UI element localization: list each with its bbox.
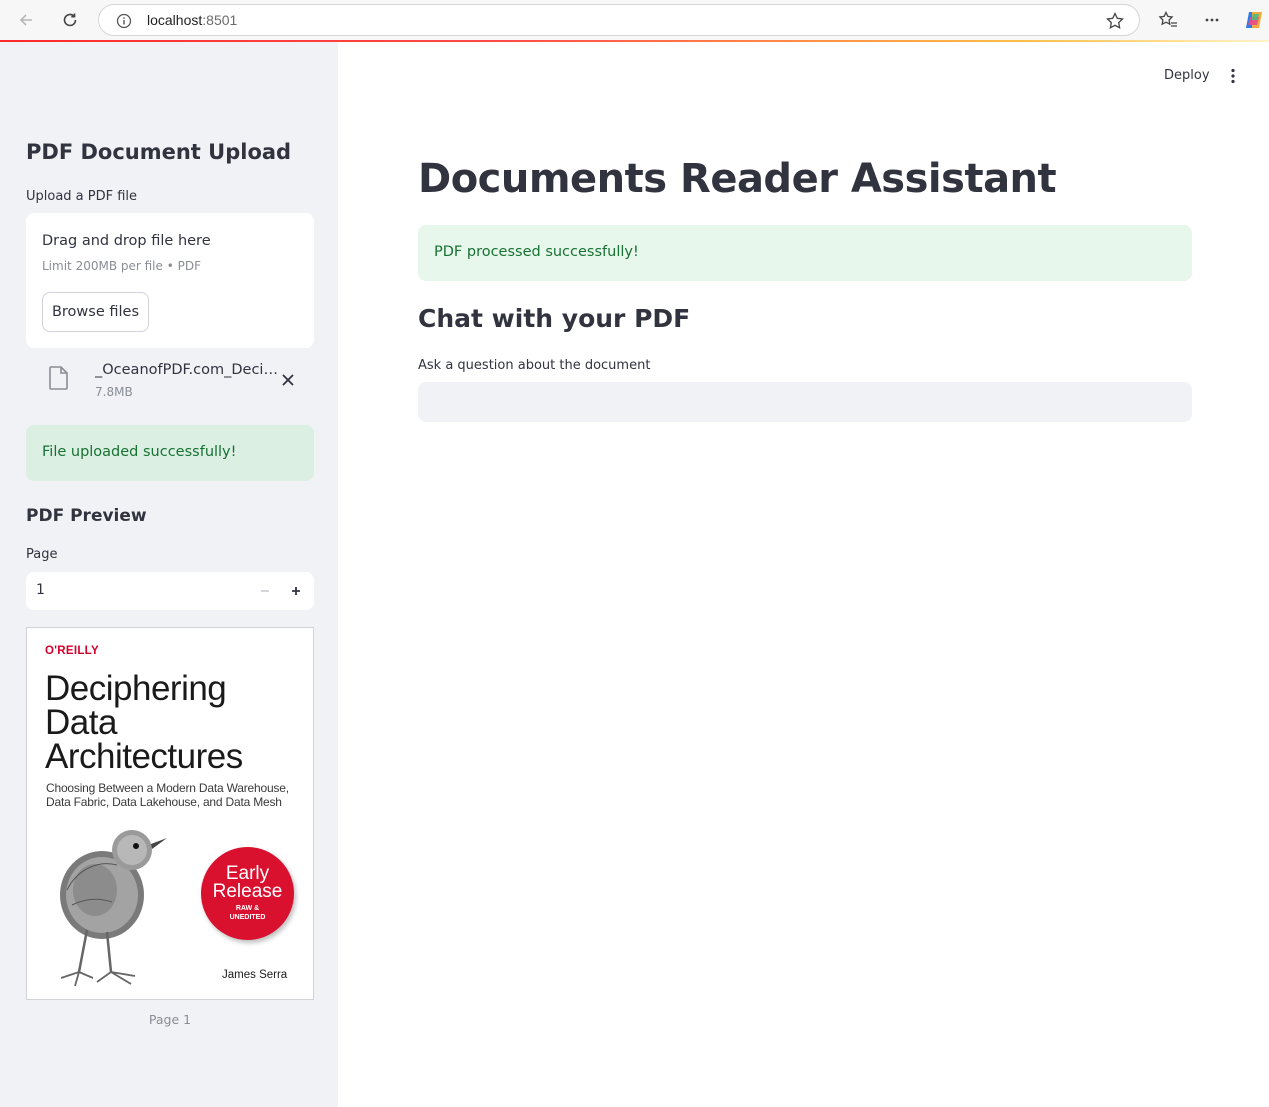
main-content: Deploy Documents Reader Assistant PDF pr…: [338, 42, 1269, 1107]
ellipsis-icon: [1205, 18, 1219, 22]
preview-caption: Page 1: [148, 1012, 192, 1027]
info-icon: [116, 13, 132, 29]
question-input[interactable]: [418, 382, 1192, 422]
copilot-icon: [1246, 12, 1262, 28]
reload-icon: [63, 13, 77, 27]
back-button[interactable]: [12, 6, 40, 34]
uploader-label: Upload a PDF file: [26, 189, 138, 204]
processed-success-alert: PDF processed successfully!: [418, 225, 1192, 281]
cover-title-line: Architectures: [45, 737, 243, 776]
minus-icon: [261, 590, 269, 592]
page-number-input[interactable]: 1: [26, 572, 314, 610]
cover-subtitle-line: Choosing Between a Modern Data Warehouse…: [46, 781, 289, 795]
upload-success-alert: File uploaded successfully!: [26, 425, 314, 481]
browser-toolbar: localhost:8501: [0, 0, 1269, 40]
page-number-value: 1: [36, 582, 45, 598]
early-release-badge: Early Release RAW & UNEDITED: [201, 847, 294, 940]
uploaded-file-name: _OceanofPDF.com_Deciphering_Data_Archite…: [95, 362, 281, 378]
url-host: localhost: [147, 12, 203, 28]
plus-icon: [292, 587, 300, 595]
deploy-button[interactable]: Deploy: [1164, 68, 1210, 83]
more-button[interactable]: [1198, 6, 1226, 34]
pdf-preview-title: PDF Preview: [26, 506, 147, 526]
cover-subtitle-line: Data Fabric, Data Lakehouse, and Data Me…: [46, 795, 282, 809]
upload-success-text: File uploaded successfully!: [42, 444, 237, 460]
question-label: Ask a question about the document: [418, 358, 651, 373]
close-icon: [282, 374, 294, 386]
processed-success-text: PDF processed successfully!: [434, 244, 639, 260]
favorites-button[interactable]: [1154, 6, 1182, 34]
star-icon[interactable]: [1105, 11, 1125, 31]
file-dropzone[interactable]: Drag and drop file here Limit 200MB per …: [26, 213, 314, 348]
url-port: :8501: [202, 12, 238, 28]
cover-author: James Serra: [222, 969, 288, 981]
dropzone-limit: Limit 200MB per file • PDF: [42, 259, 201, 273]
decrement-button[interactable]: [254, 576, 276, 606]
reload-button[interactable]: [56, 6, 84, 34]
increment-button[interactable]: [285, 576, 307, 606]
kebab-menu-icon: [1231, 68, 1235, 84]
page-title: Documents Reader Assistant: [418, 156, 1057, 202]
remove-file-button[interactable]: [278, 370, 298, 390]
cover-subtitle: Choosing Between a Modern Data Warehouse…: [46, 781, 289, 809]
bird-illustration: [60, 830, 167, 987]
browse-files-button[interactable]: Browse files: [42, 292, 149, 332]
copilot-button[interactable]: [1240, 6, 1268, 34]
favorites-star-list-icon: [1158, 11, 1177, 27]
cover-title: Deciphering Data Architectures: [45, 669, 243, 776]
main-menu-button[interactable]: [1225, 66, 1241, 86]
address-bar[interactable]: localhost:8501: [98, 4, 1140, 36]
page-label: Page: [26, 547, 58, 562]
cover-brand: O'REILLY: [45, 645, 99, 657]
uploaded-file-size: 7.8MB: [95, 385, 133, 399]
dropzone-instructions: Drag and drop file here: [42, 233, 211, 249]
cover-title-line: Data: [45, 703, 117, 742]
arrow-left-icon: [19, 14, 32, 26]
badge-line: RAW &: [235, 905, 260, 912]
badge-line: Release: [212, 881, 283, 902]
sidebar-title: PDF Document Upload: [26, 140, 292, 164]
sidebar: PDF Document Upload Upload a PDF file Dr…: [0, 42, 338, 1107]
uploaded-file-item: _OceanofPDF.com_Deciphering_Data_Archite…: [26, 360, 314, 410]
document-icon: [49, 366, 68, 390]
url-text: localhost:8501: [147, 12, 237, 28]
chat-title: Chat with your PDF: [418, 304, 691, 333]
pdf-page-preview: O'REILLY Deciphering Data Architectures …: [26, 627, 314, 1000]
cover-title-line: Deciphering: [45, 669, 227, 708]
badge-line: UNEDITED: [229, 914, 266, 921]
